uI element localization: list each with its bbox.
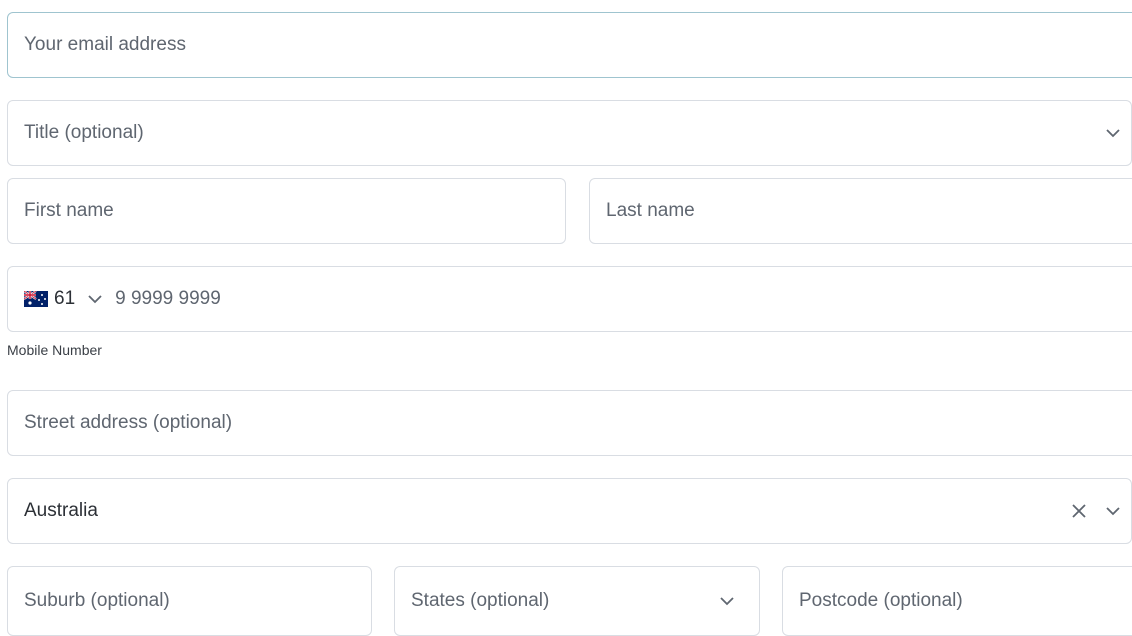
title-select[interactable]: Title (optional) <box>7 100 1132 166</box>
country-code-selector[interactable]: 61 <box>24 288 105 310</box>
australia-flag-icon <box>24 291 48 307</box>
email-field-wrapper[interactable] <box>7 12 1132 78</box>
suburb-input[interactable] <box>24 590 355 612</box>
title-select-placeholder: Title (optional) <box>24 122 144 143</box>
first-name-input[interactable] <box>24 200 549 222</box>
street-address-input[interactable] <box>24 412 1130 434</box>
street-address-field-wrapper[interactable] <box>7 390 1132 456</box>
phone-field-wrapper[interactable]: 61 <box>7 266 1132 332</box>
country-code: 61 <box>54 288 76 309</box>
chevron-down-icon <box>85 289 105 309</box>
chevron-down-icon[interactable] <box>1103 501 1123 521</box>
country-select[interactable]: Australia <box>7 478 1132 544</box>
last-name-field-wrapper[interactable] <box>589 178 1132 244</box>
postcode-input[interactable] <box>799 590 1130 612</box>
mobile-number-helper: Mobile Number <box>7 342 102 358</box>
first-name-field-wrapper[interactable] <box>7 178 566 244</box>
country-select-value: Australia <box>24 500 98 521</box>
state-select-placeholder: States (optional) <box>411 590 550 611</box>
email-input[interactable] <box>24 34 1130 56</box>
chevron-down-icon[interactable] <box>717 591 737 611</box>
chevron-down-icon[interactable] <box>1103 123 1123 143</box>
mobile-number-input[interactable] <box>115 288 1130 310</box>
last-name-input[interactable] <box>606 200 1132 222</box>
clear-icon[interactable] <box>1069 501 1089 521</box>
